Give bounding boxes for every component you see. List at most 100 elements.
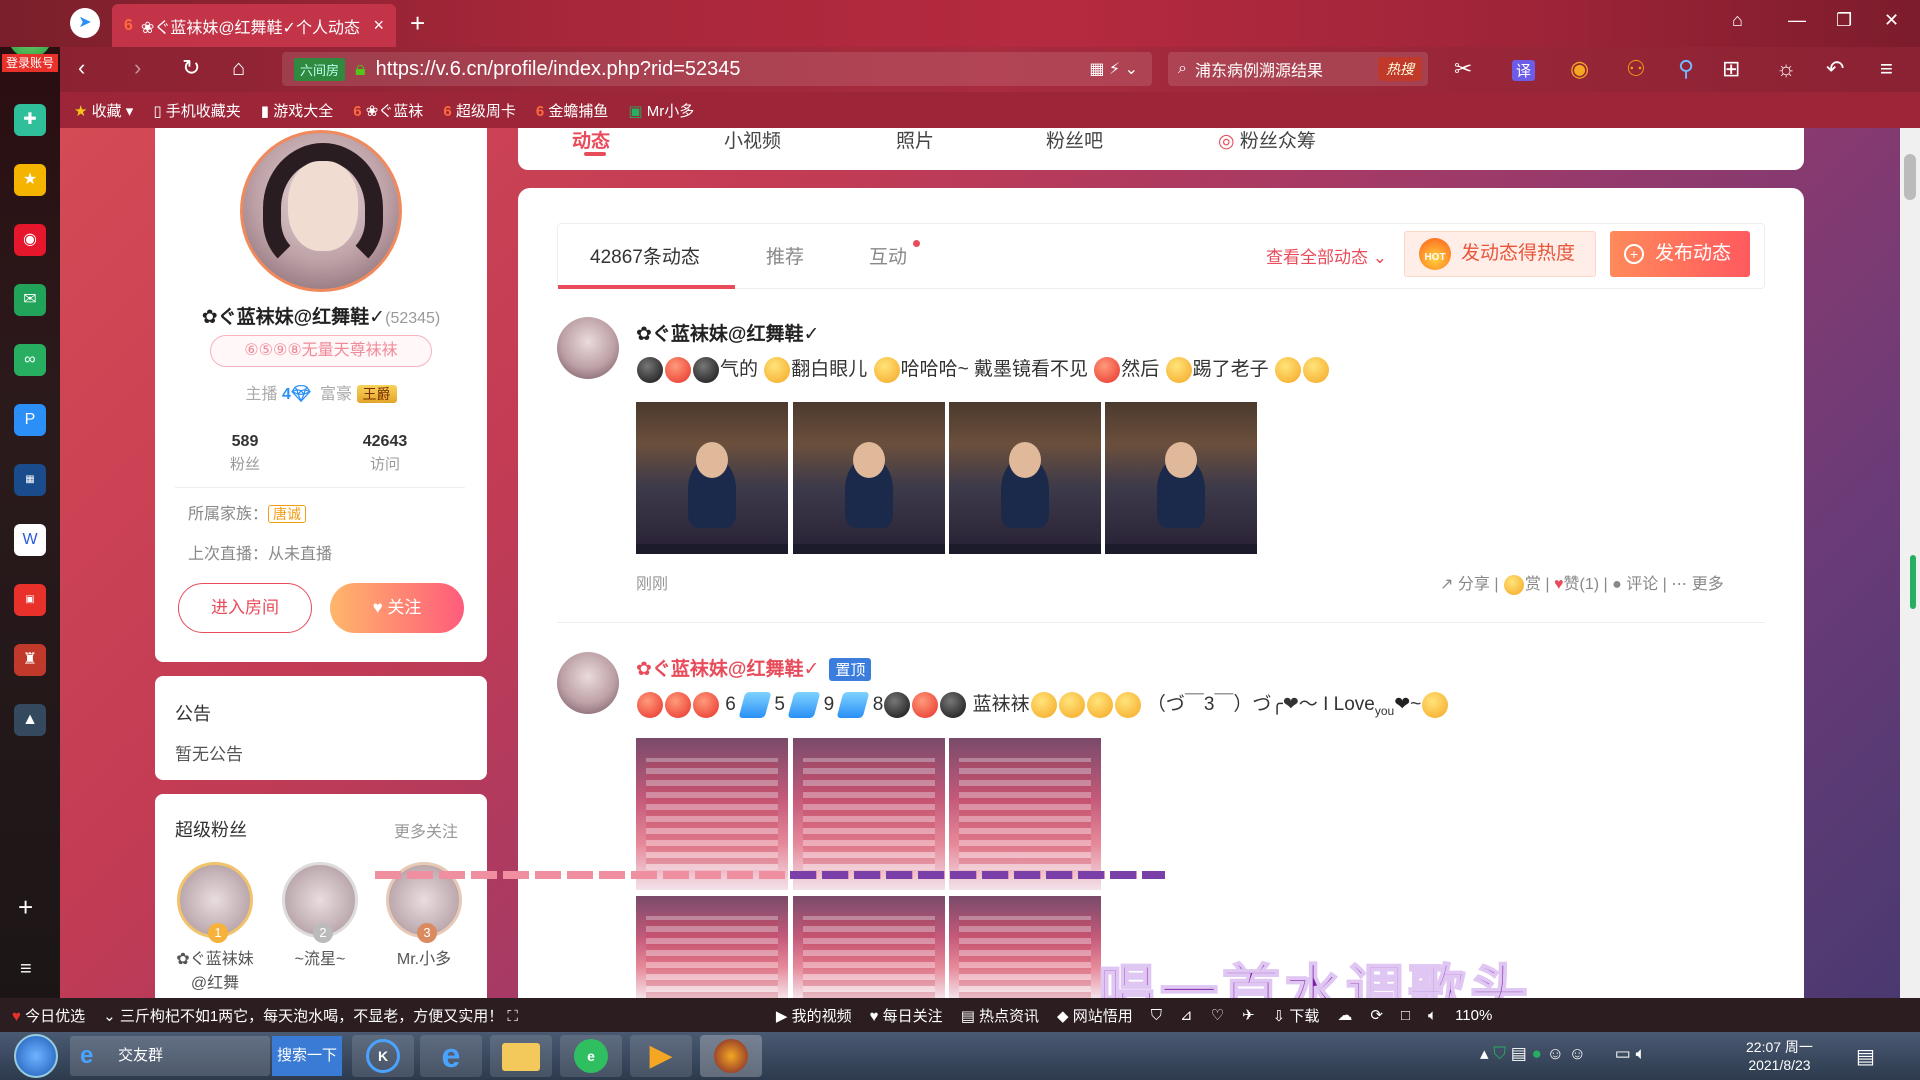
bookmark-games[interactable]: ▮ 游戏大全 — [261, 100, 333, 121]
post-image[interactable] — [793, 738, 945, 890]
coin-icon[interactable]: ◉ — [1570, 56, 1589, 82]
notification-icon[interactable]: ▤ — [1856, 1044, 1875, 1069]
shield-icon[interactable]: ⛉ — [1151, 1007, 1162, 1024]
game2-app-icon[interactable]: ♜ — [14, 644, 46, 676]
speaker-icon[interactable]: 🔈︎ — [1636, 1044, 1646, 1063]
translate-icon[interactable]: 译 — [1512, 60, 1536, 81]
post-avatar[interactable] — [557, 317, 619, 379]
link-app-icon[interactable]: ∞ — [14, 344, 46, 376]
network-icon[interactable]: ▭ — [1615, 1044, 1631, 1063]
bookmark-mrxiaoduo[interactable]: ▣ Mr小多 — [628, 100, 694, 121]
url-tools-icon[interactable]: ▦ ⚡ ⌄ — [1089, 59, 1138, 79]
post-image[interactable] — [1105, 402, 1257, 554]
add-app-icon[interactable]: + — [18, 892, 33, 923]
home-icon[interactable]: ⌂ — [232, 55, 245, 81]
reward-button[interactable]: 赏 — [1503, 574, 1541, 595]
tab-recommend[interactable]: 推荐 — [766, 242, 804, 269]
hot-news-link[interactable]: ▤ 热点资讯 — [961, 1005, 1039, 1026]
post-author[interactable]: ✿ぐ蓝袜妹@红舞鞋✓ — [636, 319, 819, 346]
close-window-icon[interactable]: ✕ — [1884, 10, 1899, 31]
bookmark-favorites[interactable]: ★ 收藏 ▾ — [74, 100, 133, 121]
download-link[interactable]: ⇩ 下载 — [1273, 1005, 1320, 1026]
share-button[interactable]: ↗ 分享 — [1440, 576, 1490, 593]
comment-button[interactable]: ● 评论 — [1612, 576, 1658, 593]
hot-post-button[interactable]: HOT 发动态得热度 — [1404, 231, 1596, 277]
start-button[interactable] — [14, 1034, 58, 1078]
super-fan-item[interactable]: 1 ✿ぐ蓝袜妹@红舞 — [175, 862, 255, 996]
enter-room-button[interactable]: 进入房间 — [178, 583, 312, 633]
gamepad-icon[interactable]: ⚇ — [1626, 56, 1646, 82]
menu-icon[interactable]: ≡ — [20, 958, 32, 981]
shirt-icon[interactable]: ⌂ — [1732, 10, 1743, 31]
live-app-icon[interactable] — [700, 1035, 762, 1077]
bookmark-weekly[interactable]: 6 超级周卡 — [443, 100, 516, 121]
bookmark-mobile[interactable]: ▯ 手机收藏夹 — [153, 100, 240, 121]
green-icon[interactable]: ● — [1532, 1044, 1542, 1063]
k-app-icon[interactable]: K — [352, 1035, 414, 1077]
post-avatar[interactable] — [557, 652, 619, 714]
window-icon[interactable]: □ — [1401, 1007, 1410, 1024]
tab-crowdfund[interactable]: ◎ 粉丝众筹 — [1218, 126, 1316, 153]
post-image[interactable] — [636, 896, 788, 998]
taskbar-browser-input[interactable]: e 交友群 — [70, 1036, 270, 1076]
more-follow-link[interactable]: 更多关注 — [394, 818, 458, 842]
word-app-icon[interactable]: W — [14, 524, 46, 556]
scissors-icon[interactable]: ✂ — [1454, 56, 1472, 82]
security-icon[interactable]: ⛉ — [1493, 1044, 1506, 1063]
cloud-icon[interactable]: ☁ — [1337, 1006, 1352, 1024]
qq-icon[interactable]: ☺ — [1547, 1044, 1564, 1063]
super-fan-item[interactable]: 2 ~流星~ — [280, 862, 360, 972]
mail-app-icon[interactable]: ✉ — [14, 284, 46, 316]
tab-dynamics[interactable]: 动态 — [572, 126, 610, 153]
tab-fan-bar[interactable]: 粉丝吧 — [1046, 126, 1103, 153]
new-tab-button[interactable]: + — [410, 8, 425, 39]
post-image[interactable] — [949, 402, 1101, 554]
qq2-icon[interactable]: ☺ — [1569, 1044, 1586, 1063]
tab-photos[interactable]: 照片 — [896, 126, 934, 153]
browser-tab[interactable]: 6 ❀ぐ蓝袜妹@红舞鞋✓个人动态 × — [112, 4, 396, 47]
clock[interactable]: 22:07 周一 2021/8/23 — [1746, 1038, 1813, 1074]
daily-follow-link[interactable]: ♥ 每日关注 — [870, 1005, 943, 1026]
tab-short-video[interactable]: 小视频 — [724, 126, 781, 153]
view-all-dropdown[interactable]: 查看全部动态 ⌄ — [1266, 243, 1387, 268]
apps-grid-icon[interactable]: ⊞ — [1722, 56, 1740, 82]
my-video-link[interactable]: ▶ 我的视频 — [776, 1005, 852, 1026]
p-app-icon[interactable]: P — [14, 404, 46, 436]
back-icon[interactable]: ‹ — [78, 55, 85, 81]
family-badge[interactable]: 唐诚 — [268, 505, 307, 523]
menu-lines-icon[interactable]: ≡ — [1880, 56, 1893, 82]
follow-button[interactable]: ♥ 关注 — [330, 583, 464, 633]
game-app-icon[interactable]: ▦ — [14, 464, 46, 496]
tab-all-dynamics[interactable]: 42867条动态 — [590, 242, 700, 269]
rocket-icon[interactable]: ✈ — [1242, 1006, 1255, 1024]
restore-icon[interactable]: ❐ — [1836, 10, 1852, 31]
post-author[interactable]: ✿ぐ蓝袜妹@红舞鞋✓ 置顶 — [636, 654, 872, 681]
tab-interact[interactable]: 互动 — [869, 242, 907, 269]
player-app-icon[interactable]: ▶ — [630, 1035, 692, 1077]
post-image[interactable] — [949, 896, 1101, 998]
profile-avatar[interactable] — [240, 130, 402, 292]
star-app-icon[interactable]: ★ — [14, 164, 46, 196]
bookmark-profile[interactable]: 6 ❀ぐ蓝袜 — [353, 100, 423, 121]
ie-app-icon[interactable]: e — [420, 1035, 482, 1077]
doc-icon[interactable]: ▤ — [1511, 1044, 1527, 1063]
game3-app-icon[interactable]: ▲ — [14, 704, 46, 736]
navigation-icon[interactable]: ➤ — [70, 8, 100, 38]
magnifier-icon[interactable]: ⚲ — [1678, 56, 1694, 82]
post-image[interactable] — [636, 402, 788, 554]
zoom-level[interactable]: 110% — [1455, 1007, 1492, 1024]
heartbeat-icon[interactable]: ♡ — [1211, 1006, 1224, 1024]
taskbar-search-button[interactable]: 搜索一下 — [272, 1036, 342, 1076]
undo-icon[interactable]: ↶ — [1826, 56, 1844, 82]
redbook-app-icon[interactable]: ▣ — [14, 584, 46, 616]
hot-search-badge[interactable]: 热搜 — [1378, 57, 1422, 81]
post-image[interactable] — [949, 738, 1101, 890]
forward-icon[interactable]: › — [134, 55, 141, 81]
folder-app-icon[interactable] — [490, 1035, 552, 1077]
today-pick-link[interactable]: ♥ 今日优选 — [12, 1005, 85, 1026]
weibo-app-icon[interactable]: ◉ — [14, 224, 46, 256]
fans-stat[interactable]: 589 粉丝 — [185, 433, 305, 474]
tab-close-icon[interactable]: × — [373, 15, 384, 36]
minimize-icon[interactable]: — — [1788, 10, 1806, 31]
browser-app-icon[interactable]: e — [560, 1035, 622, 1077]
